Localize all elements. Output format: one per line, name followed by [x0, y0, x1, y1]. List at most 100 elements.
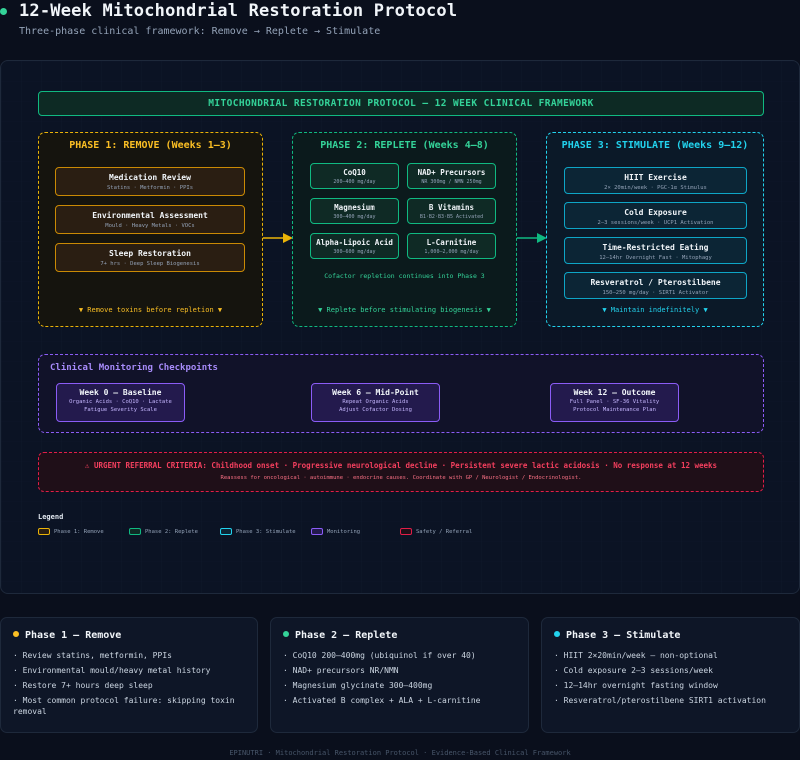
phase3-item-sub: 150–250 mg/day · SIRT1 Activator — [602, 290, 709, 296]
phase1-item: Sleep Restoration 7+ hrs · Deep Sleep Bi… — [55, 243, 245, 272]
monitoring-panel: Clinical Monitoring Checkpoints Week 0 —… — [38, 354, 764, 433]
list-item: · Environmental mould/heavy metal histor… — [13, 666, 211, 675]
list-item: · Magnesium glycinate 300–400mg — [283, 681, 433, 690]
list-item-text: Magnesium glycinate 300–400mg — [292, 681, 433, 690]
checkpoint-line: Full Panel · SF-36 Vitality — [569, 399, 660, 405]
legend-swatch — [38, 528, 50, 535]
legend-item-phase3: Phase 3: Stimulate — [220, 528, 296, 535]
list-item: · Activated B complex + ALA + L-carnitin… — [283, 696, 481, 705]
phase2-item-sub: 200–400 mg/day — [333, 179, 376, 185]
legend-label: Phase 1: Remove — [54, 529, 104, 535]
card-list: · Review statins, metformin, PPIs · Envi… — [13, 651, 249, 722]
legend-swatch — [400, 528, 412, 535]
phase3-item-title: Resveratrol / Pterostilbene — [590, 278, 721, 287]
phase3-item: Time-Restricted Eating 12–14hr Overnight… — [564, 237, 747, 264]
list-item-text: HIIT 2×20min/week — non-optional — [563, 651, 718, 660]
legend-label: Phase 3: Stimulate — [236, 529, 296, 535]
phase2-item: Magnesium 300–400 mg/day — [310, 198, 399, 224]
legend-label: Safety / Referral — [416, 529, 473, 535]
list-item-text: NAD+ precursors NR/NMN — [292, 666, 399, 675]
card-title-text: Phase 1 — Remove — [25, 630, 122, 641]
list-item-text: Environmental mould/heavy metal history — [22, 666, 211, 675]
page-header: 12-Week Mitochondrial Restoration Protoc… — [0, 0, 800, 52]
phase1-item-sub: Mould · Heavy Metals · VOCs — [105, 223, 195, 229]
header-dot-icon — [0, 8, 7, 15]
phase3-item-title: HIIT Exercise — [624, 173, 687, 182]
list-item-text: Review statins, metformin, PPIs — [22, 651, 172, 660]
checkpoint-midpoint: Week 6 — Mid-Point Repeat Organic Acids … — [311, 383, 440, 422]
legend-label: Monitoring — [327, 529, 361, 535]
phase2-item: B Vitamins B1·B2·B3·B5 Activated — [407, 198, 496, 224]
list-item: · Most common protocol failure: skipping… — [13, 696, 235, 716]
phase3-item: Resveratrol / Pterostilbene 150–250 mg/d… — [564, 272, 747, 299]
list-item: · Resveratrol/pterostilbene SIRT1 activa… — [554, 696, 766, 705]
card-list: · CoQ10 200–400mg (ubiquinol if over 40)… — [283, 651, 520, 711]
phase1-title: PHASE 1: REMOVE (Weeks 1–3) — [69, 140, 232, 151]
urgent-referral-criteria: ⚠ URGENT REFERRAL CRITERIA: Childhood on… — [84, 461, 718, 470]
card-title-text: Phase 3 — Stimulate — [566, 630, 681, 641]
checkpoint-line: Fatigue Severity Scale — [84, 407, 157, 413]
phase1-item: Medication Review Statins · Metformin · … — [55, 167, 245, 196]
checkpoint-line: Adjust Cofactor Dosing — [339, 407, 412, 413]
phase3-item: HIIT Exercise 2× 20min/week · PGC-1α Sti… — [564, 167, 747, 194]
bullet-dot-icon — [283, 631, 289, 637]
legend-item-safety: Safety / Referral — [400, 528, 472, 535]
phase2-item-sub: 300–600 mg/day — [333, 249, 376, 255]
phase1-item-sub: Statins · Metformin · PPIs — [106, 185, 194, 191]
phase2-item: NAD+ Precursors NR 300mg / NMN 250mg — [407, 163, 496, 189]
list-item: · 12–14hr overnight fasting window — [554, 681, 718, 690]
legend-swatch — [129, 528, 141, 535]
phase2-item-title: B Vitamins — [428, 203, 475, 212]
checkpoint-outcome: Week 12 — Outcome Full Panel · SF-36 Vit… — [550, 383, 679, 422]
list-item-text: 12–14hr overnight fasting window — [563, 681, 718, 690]
phase1-item-title: Environmental Assessment — [92, 211, 208, 220]
card-title: Phase 1 — Remove — [13, 630, 121, 641]
phase2-item: CoQ10 200–400 mg/day — [310, 163, 399, 189]
list-item-text: Activated B complex + ALA + L-carnitine — [292, 696, 481, 705]
list-item-text: Restore 7+ hours deep sleep — [22, 681, 153, 690]
phase1-item-title: Sleep Restoration — [109, 249, 191, 258]
list-item: · CoQ10 200–400mg (ubiquinol if over 40) — [283, 651, 476, 660]
bullet-dot-icon — [554, 631, 560, 637]
phase2-item-sub: 300–400 mg/day — [333, 214, 376, 220]
phase1-item-sub: 7+ hrs · Deep Sleep Biogenesis — [100, 261, 200, 267]
legend-swatch — [220, 528, 232, 535]
phase2-item-title: Alpha-Lipoic Acid — [316, 238, 393, 247]
legend-item-phase1: Phase 1: Remove — [38, 528, 104, 535]
phase2-item-sub: 1,000–2,000 mg/day — [424, 249, 479, 255]
legend-item-phase2: Phase 2: Replete — [129, 528, 198, 535]
phase2-item-title: CoQ10 — [343, 168, 366, 177]
checkpoint-title: Week 6 — Mid-Point — [332, 388, 419, 397]
legend-item-monitoring: Monitoring — [311, 528, 360, 535]
list-item-text: Resveratrol/pterostilbene SIRT1 activati… — [563, 696, 766, 705]
phase2-item-title: Magnesium — [334, 203, 375, 212]
card-title: Phase 2 — Replete — [283, 630, 397, 641]
list-item: · Review statins, metformin, PPIs — [13, 651, 172, 660]
page-footer: EPINUTRI · Mitochondrial Restoration Pro… — [229, 749, 571, 757]
bullet-dot-icon — [13, 631, 19, 637]
checkpoint-title: Week 12 — Outcome — [573, 388, 656, 397]
phase1-panel: PHASE 1: REMOVE (Weeks 1–3) Medication R… — [38, 132, 263, 327]
phase1-footer: ▼ Remove toxins before repletion ▼ — [78, 306, 223, 314]
card-title: Phase 3 — Stimulate — [554, 630, 680, 641]
phase3-item-sub: 12–14hr Overnight Fast · Mitophagy — [599, 255, 712, 261]
phase2-panel: PHASE 2: REPLETE (Weeks 4–8) CoQ10 200–4… — [292, 132, 517, 327]
phase1-summary-card: Phase 1 — Remove · Review statins, metfo… — [0, 617, 258, 733]
phase3-item-sub: 2× 20min/week · PGC-1α Stimulus — [604, 185, 707, 191]
legend-swatch — [311, 528, 323, 535]
legend-label: Phase 2: Replete — [145, 529, 198, 535]
list-item-text: Most common protocol failure: skipping t… — [13, 696, 235, 716]
phase3-item-title: Cold Exposure — [624, 208, 687, 217]
phase3-footer: ▼ Maintain indefinitely ▼ — [602, 306, 708, 314]
card-list: · HIIT 2×20min/week — non-optional · Col… — [554, 651, 791, 711]
diagram-canvas: MITOCHONDRIAL RESTORATION PROTOCOL — 12 … — [0, 60, 800, 594]
phase2-title: PHASE 2: REPLETE (Weeks 4–8) — [320, 140, 489, 151]
page-subtitle: Three-phase clinical framework: Remove →… — [19, 26, 381, 37]
phase2-summary-card: Phase 2 — Replete · CoQ10 200–400mg (ubi… — [270, 617, 529, 733]
phase1-item: Environmental Assessment Mould · Heavy M… — [55, 205, 245, 234]
checkpoint-baseline: Week 0 — Baseline Organic Acids · CoQ10 … — [56, 383, 185, 422]
phase3-title: PHASE 3: STIMULATE (Weeks 9–12) — [561, 140, 749, 151]
phase3-item-title: Time-Restricted Eating — [602, 243, 709, 252]
legend-title: Legend — [38, 513, 64, 521]
checkpoint-line: Organic Acids · CoQ10 · Lactate — [69, 399, 172, 405]
